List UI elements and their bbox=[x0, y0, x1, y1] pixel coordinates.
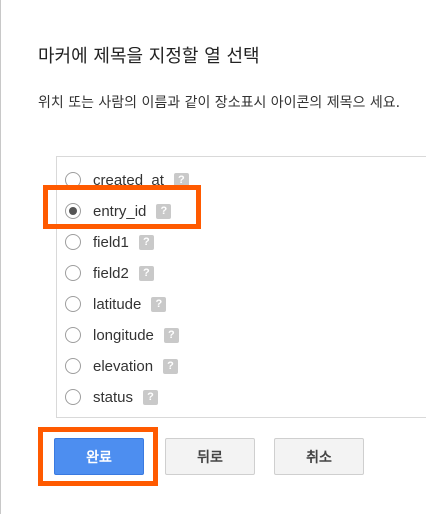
column-options-list: created_at ? entry_id ? field1 ? field2 … bbox=[56, 156, 426, 418]
option-label: field1 bbox=[93, 233, 129, 251]
option-field1[interactable]: field1 ? bbox=[65, 229, 154, 255]
option-label: entry_id bbox=[93, 202, 147, 220]
radio-button[interactable] bbox=[65, 327, 81, 343]
option-latitude[interactable]: latitude ? bbox=[65, 291, 167, 317]
option-longitude[interactable]: longitude ? bbox=[65, 322, 179, 348]
dialog-title: 마커에 제목을 지정할 열 선택 bbox=[38, 46, 260, 67]
option-label: elevation bbox=[93, 357, 154, 375]
option-elevation[interactable]: elevation ? bbox=[65, 353, 179, 379]
option-label: longitude bbox=[93, 326, 154, 344]
help-icon[interactable]: ? bbox=[151, 296, 167, 312]
help-icon[interactable]: ? bbox=[163, 327, 179, 343]
back-button[interactable]: 뒤로 bbox=[165, 438, 255, 475]
radio-button-selected[interactable] bbox=[65, 203, 81, 219]
option-label: created_at bbox=[93, 171, 164, 189]
radio-button[interactable] bbox=[65, 234, 81, 250]
column-select-dialog: 마커에 제목을 지정할 열 선택 위치 또는 사람의 이름과 같이 장소표시 아… bbox=[0, 0, 426, 514]
option-created-at[interactable]: created_at ? bbox=[65, 167, 189, 193]
done-button[interactable]: 완료 bbox=[54, 438, 144, 475]
radio-button[interactable] bbox=[65, 389, 81, 405]
help-icon[interactable]: ? bbox=[156, 203, 172, 219]
help-icon[interactable]: ? bbox=[173, 172, 189, 188]
help-icon[interactable]: ? bbox=[138, 234, 154, 250]
option-entry-id[interactable]: entry_id ? bbox=[65, 198, 172, 224]
option-status[interactable]: status ? bbox=[65, 384, 159, 410]
cancel-button[interactable]: 취소 bbox=[274, 438, 364, 475]
option-field2[interactable]: field2 ? bbox=[65, 260, 154, 286]
option-label: status bbox=[93, 388, 134, 406]
radio-button[interactable] bbox=[65, 358, 81, 374]
radio-button[interactable] bbox=[65, 172, 81, 188]
option-label: field2 bbox=[93, 264, 129, 282]
dialog-description: 위치 또는 사람의 이름과 같이 장소표시 아이콘의 제목으 세요. bbox=[38, 95, 401, 111]
help-icon[interactable]: ? bbox=[163, 358, 179, 374]
help-icon[interactable]: ? bbox=[138, 265, 154, 281]
radio-button[interactable] bbox=[65, 296, 81, 312]
help-icon[interactable]: ? bbox=[143, 389, 159, 405]
radio-button[interactable] bbox=[65, 265, 81, 281]
option-label: latitude bbox=[93, 295, 142, 313]
